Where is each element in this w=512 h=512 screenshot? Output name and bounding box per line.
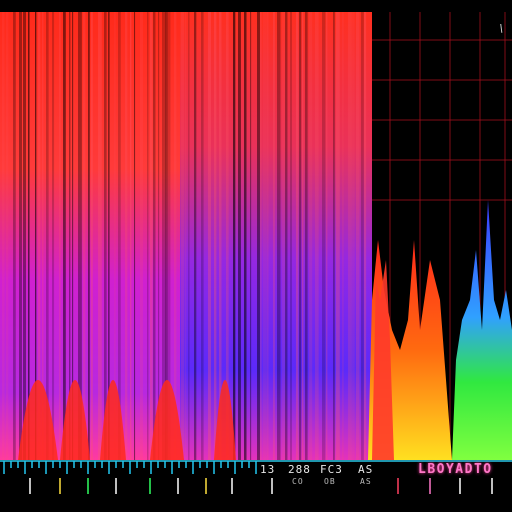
curtain-streak: [315, 12, 319, 460]
curtain-streak: [290, 12, 292, 460]
curtain-streak: [83, 12, 86, 460]
readout-sub-3: AS: [360, 477, 372, 486]
curtain-streak: [153, 12, 156, 460]
readout-value-1: 13: [260, 463, 276, 476]
curtain-streak: [299, 12, 302, 460]
curtain-streak: [19, 12, 22, 460]
curtain-streak: [28, 12, 30, 460]
curtain-streak: [361, 12, 364, 460]
curtain-streak: [6, 12, 9, 460]
curtain-streak: [174, 12, 177, 460]
curtain-streak: [181, 12, 185, 460]
readout-value-3: FC3: [320, 463, 343, 476]
spectrum-curtain: [0, 12, 372, 460]
curtain-streak: [52, 12, 55, 460]
curtain-streak: [150, 12, 153, 460]
curtain-streak: [147, 12, 149, 460]
curtain-streak: [134, 12, 136, 460]
curtain-streak: [348, 12, 352, 460]
curtain-streak: [244, 12, 247, 460]
spectrum-visualizer: [0, 0, 512, 512]
curtain-streak: [296, 12, 299, 460]
curtain-streak: [322, 12, 326, 460]
curtain-streak: [140, 12, 143, 460]
corner-mark: \: [498, 22, 506, 35]
curtain-streak: [277, 12, 281, 460]
curtain-streak: [118, 12, 121, 460]
curtain-streak: [285, 12, 288, 460]
curtain-streak: [250, 12, 252, 460]
curtain-streak: [309, 12, 313, 460]
curtain-streak: [364, 12, 367, 460]
curtain-streak: [2, 12, 5, 460]
curtain-streak: [214, 12, 217, 460]
curtain-streak: [333, 12, 335, 460]
curtain-streak: [59, 12, 61, 460]
curtain-streak: [185, 12, 187, 460]
curtain-streak: [23, 12, 27, 460]
curtain-streak: [356, 12, 360, 460]
curtain-streak: [238, 12, 241, 460]
curtain-streak: [98, 12, 102, 460]
curtain-streak: [46, 12, 49, 460]
curtain-streak: [336, 12, 340, 460]
curtain-streak: [13, 12, 16, 460]
curtain-streak: [201, 12, 204, 460]
curtain-streak: [267, 12, 269, 460]
readout-sub-1: CO: [292, 477, 304, 486]
readout-value-4: AS: [358, 463, 374, 476]
curtain-streak: [257, 12, 260, 460]
readout-sub-2: OB: [324, 477, 336, 486]
curtain-streak: [194, 12, 197, 460]
curtain-streak: [125, 12, 128, 460]
curtain-streak: [263, 12, 267, 460]
curtain-streak: [273, 12, 275, 460]
curtain-streak: [91, 12, 93, 460]
curtain-streak: [88, 12, 90, 460]
curtain-streak: [158, 12, 160, 460]
curtain-streak: [208, 12, 211, 460]
status-label: LBOYADTO: [418, 462, 493, 477]
curtain-streak: [326, 12, 328, 460]
curtain-streak: [104, 12, 107, 460]
curtain-streak: [352, 12, 355, 460]
curtain-streak: [233, 12, 236, 460]
curtain-streak: [188, 12, 190, 460]
curtain-streak: [342, 12, 344, 460]
curtain-streak: [63, 12, 66, 460]
curtain-streak: [260, 12, 262, 460]
curtain-streak: [302, 12, 304, 460]
curtain-streak: [130, 12, 132, 460]
curtain-streak: [305, 12, 308, 460]
readout-value-2: 288: [288, 463, 311, 476]
